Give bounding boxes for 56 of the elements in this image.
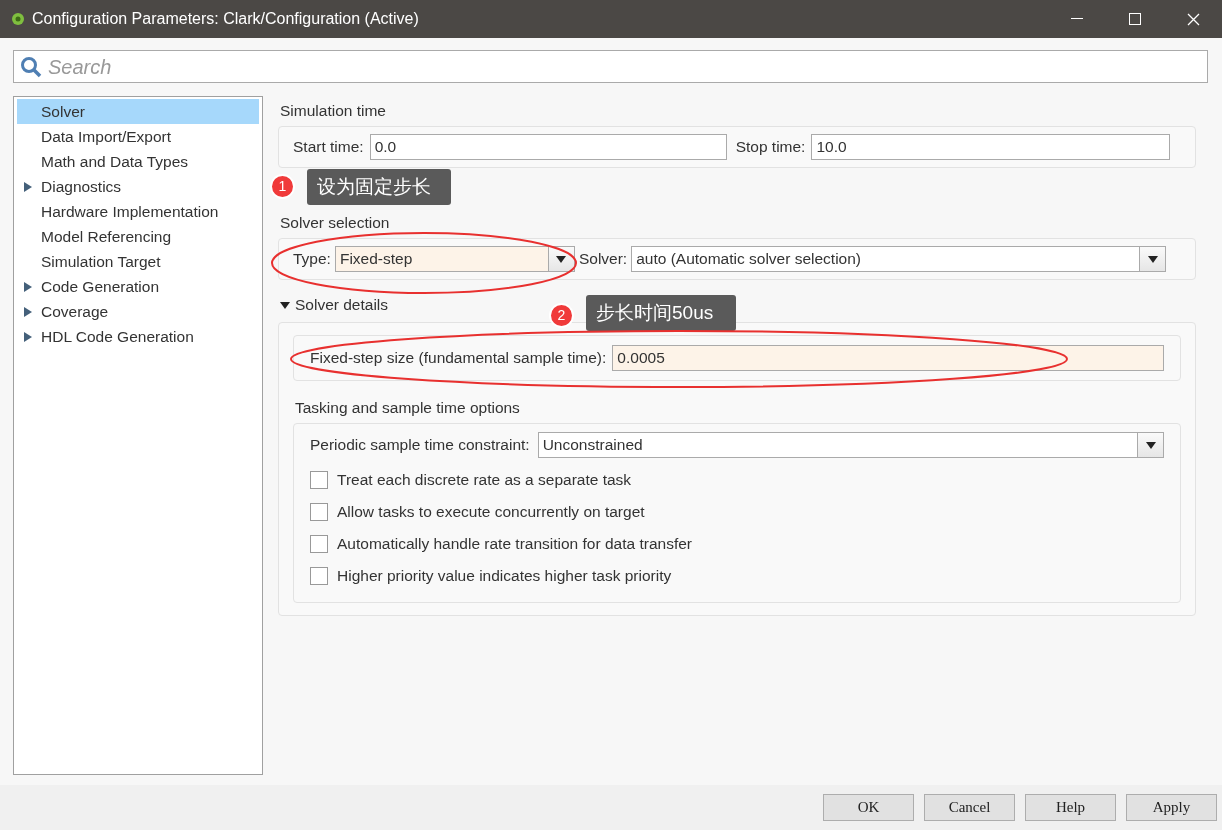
field-label: Solver: [578,249,628,270]
tree-item[interactable]: Model Referencing [41,224,172,249]
dropdown[interactable]: Unconstrained [537,432,1164,458]
step-number-marker: 1 [270,174,295,199]
search-icon [20,55,42,78]
minimize-icon[interactable] [1071,18,1083,20]
checkbox-label: Treat each discrete rate as a separate task [337,470,632,491]
section-title: Solver selection [279,212,391,233]
dropdown-arrow-icon[interactable] [1147,254,1158,264]
input-field[interactable]: 0.0 [369,134,727,160]
section-title: Tasking and sample time options [294,397,521,418]
tree-item[interactable]: Coverage [41,299,109,324]
tree-item[interactable]: Code Generation [41,274,160,299]
window-title: Configuration Parameters: Clark/Configuration (Active) [32,9,420,29]
field-label: Type: [293,249,331,270]
dialog-button[interactable]: Help [1025,794,1116,821]
tree-item[interactable]: Simulation Target [41,249,161,274]
field-label: Stop time: [735,137,806,158]
expand-arrow-icon[interactable] [23,306,33,317]
tree-item[interactable]: Solver [41,99,85,124]
section-title: Solver details [295,295,389,316]
tree-item[interactable]: HDL Code Generation [41,324,194,349]
tree-item[interactable]: Data Import/Export [41,124,172,149]
checkbox[interactable] [310,503,328,521]
field-label: Periodic sample time constraint: [310,435,530,456]
dropdown-arrow-icon[interactable] [556,254,567,264]
collapse-arrow-icon[interactable] [280,300,290,310]
expand-arrow-icon[interactable] [23,181,33,192]
checkbox[interactable] [310,535,328,553]
section-title: Simulation time [279,100,387,121]
dialog-button[interactable]: OK [823,794,914,821]
checkbox-label: Allow tasks to execute concurrently on target [337,502,645,523]
dropdown[interactable]: auto (Automatic solver selection) [631,246,1167,272]
checkbox-label: Automatically handle rate transition for data transfer [337,534,692,555]
expand-arrow-icon[interactable] [23,281,33,292]
tree-item[interactable]: Diagnostics [41,174,122,199]
callout-label: 步长时间50us [586,295,736,331]
checkbox[interactable] [310,471,328,489]
dropdown-arrow-icon[interactable] [1145,440,1156,450]
dialog-button[interactable]: Apply [1126,794,1217,821]
dropdown[interactable]: Fixed-step [334,246,575,272]
close-icon[interactable] [1186,12,1200,26]
expand-arrow-icon[interactable] [23,331,33,342]
step-number-marker: 2 [549,303,574,328]
checkbox-label: Higher priority value indicates higher task priority [337,566,672,587]
field-label: Fixed-step size (fundamental sample time): [310,348,607,369]
tree-item[interactable]: Hardware Implementation [41,199,219,224]
tree-item[interactable]: Math and Data Types [41,149,189,174]
field-label: Start time: [293,137,364,158]
input-field[interactable]: 0.0005 [612,345,1164,371]
dialog-button[interactable]: Cancel [924,794,1015,821]
input-field[interactable]: 10.0 [811,134,1171,160]
callout-label: 设为固定步长 [307,169,451,205]
checkbox[interactable] [310,567,328,585]
maximize-icon[interactable] [1129,13,1141,25]
gear-icon [10,11,26,27]
